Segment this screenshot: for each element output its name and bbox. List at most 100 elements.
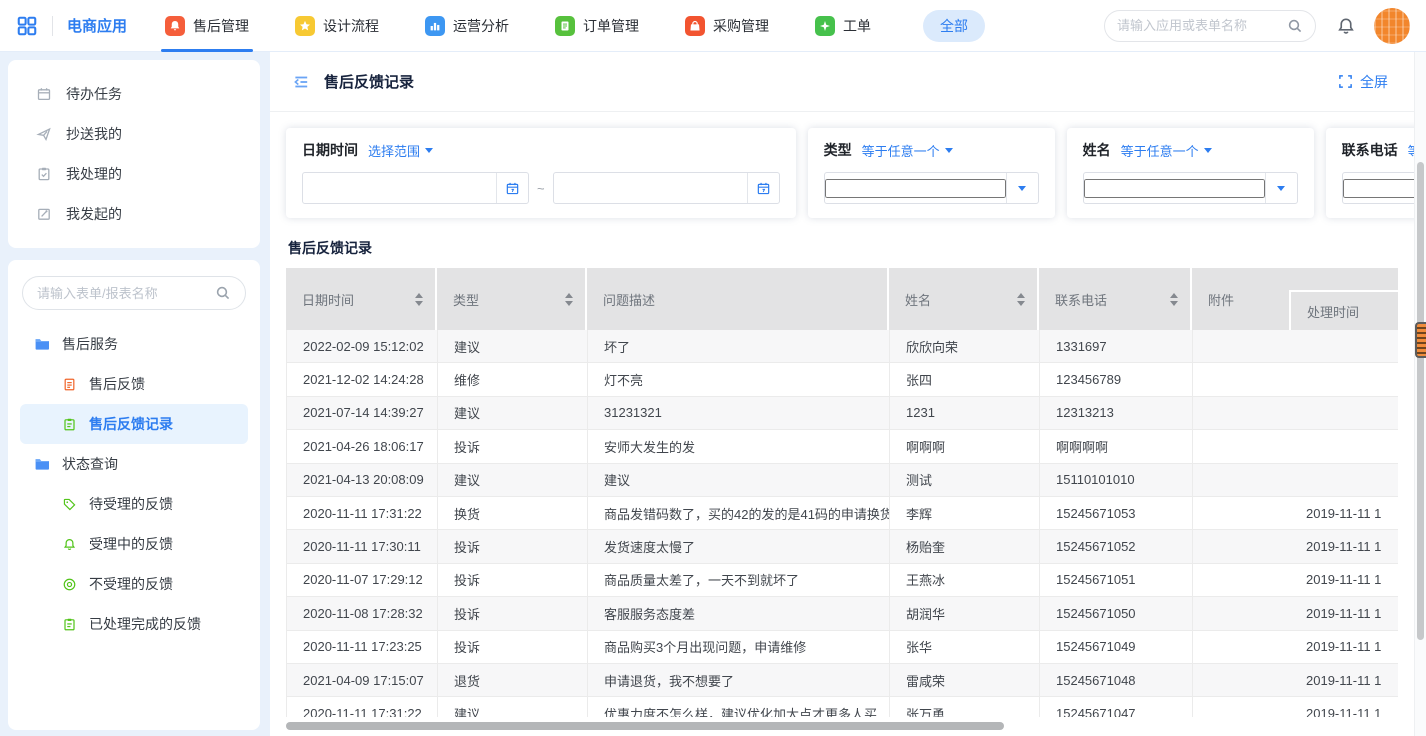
phone-select[interactable]: [1342, 172, 1414, 204]
app-brand[interactable]: 电商应用: [67, 15, 127, 36]
search-icon[interactable]: [1287, 18, 1303, 34]
table-row[interactable]: 2022-02-09 15:12:02 建议 坏了 欣欣向荣 1331697: [286, 330, 1398, 363]
cell-datetime: 2021-04-13 20:08:09: [287, 464, 438, 496]
folder-icon: [34, 456, 50, 472]
sort-icon[interactable]: [1170, 289, 1178, 310]
tree-item-aftersale-feedback[interactable]: 售后反馈: [20, 364, 248, 404]
vertical-scrollbar[interactable]: [1414, 52, 1426, 736]
tree-item-completed-feedback[interactable]: 已处理完成的反馈: [20, 604, 248, 644]
form-search-input[interactable]: [37, 286, 209, 301]
filter-operator-dropdown[interactable]: 选择范围: [368, 141, 433, 160]
sidebar-item-todo-tasks[interactable]: 待办任务: [8, 74, 260, 114]
cell-type: 投诉: [438, 430, 588, 462]
cell-description: 31231321: [588, 397, 890, 429]
table-row[interactable]: 2020-11-07 17:29:12 投诉 商品质量太差了，一天不到就坏了 王…: [286, 564, 1398, 597]
cell-process-time: 2019-11-11 1: [1290, 564, 1398, 596]
table-row[interactable]: 2021-04-26 18:06:17 投诉 安师大发生的发 啊啊啊 啊啊啊啊: [286, 430, 1398, 463]
column-header-name[interactable]: 姓名: [889, 268, 1039, 330]
column-header-datetime[interactable]: 日期时间: [286, 268, 437, 330]
cell-type: 建议: [438, 397, 588, 429]
cell-process-time: 2019-11-11 1: [1290, 631, 1398, 663]
chevron-down-icon: [945, 148, 953, 157]
table-row[interactable]: 2020-11-08 17:28:32 投诉 客服服务态度差 胡润华 15245…: [286, 597, 1398, 630]
cell-name: 胡润华: [890, 597, 1040, 629]
all-apps-badge[interactable]: 全部: [923, 10, 985, 42]
name-select-field[interactable]: [1084, 179, 1265, 198]
cell-description: 建议: [588, 464, 890, 496]
chevron-down-icon: [1204, 148, 1212, 157]
phone-select-field[interactable]: [1343, 179, 1414, 198]
type-select-field[interactable]: [825, 179, 1006, 198]
design-star-icon: [295, 16, 315, 36]
side-grip-widget[interactable]: [1415, 322, 1426, 358]
vertical-scrollbar-thumb[interactable]: [1417, 162, 1424, 640]
records-section: 售后反馈记录 日期时间 类型 问题描述 姓名: [270, 224, 1414, 736]
table-row[interactable]: 2021-07-14 14:39:27 建议 31231321 1231 123…: [286, 397, 1398, 430]
nav-tab-analytics[interactable]: 运营分析: [425, 0, 509, 52]
nav-tab-label: 工单: [843, 16, 871, 36]
date-end-field[interactable]: [554, 173, 747, 203]
order-list-icon: [555, 16, 575, 36]
calendar-picker-icon[interactable]: [496, 173, 528, 203]
calendar-icon: [36, 86, 52, 102]
tree-folder-aftersale-service[interactable]: 售后服务: [20, 324, 248, 364]
apps-grid-icon[interactable]: [16, 15, 38, 37]
sidebar-item-label: 抄送我的: [66, 124, 122, 144]
sidebar-item-label: 待办任务: [66, 84, 122, 104]
filter-operator-dropdown[interactable]: 等于任意一个: [1121, 141, 1212, 160]
horizontal-scrollbar[interactable]: [286, 722, 1374, 730]
nav-tab-purchase[interactable]: 采购管理: [685, 0, 769, 52]
select-caret-icon[interactable]: [1265, 173, 1297, 203]
nav-tab-order[interactable]: 订单管理: [555, 0, 639, 52]
cell-process-time: [1290, 363, 1398, 395]
cell-phone: 1331697: [1040, 330, 1193, 362]
collapse-sidebar-icon[interactable]: [292, 73, 310, 91]
forms-tree-card: 售后服务 售后反馈 售后反馈记录 状态查询: [8, 260, 260, 730]
form-search[interactable]: [22, 276, 246, 310]
table-row[interactable]: 2020-11-11 17:31:22 建议 优惠力度不怎么样，建议优化加大点才…: [286, 697, 1398, 717]
date-end-input[interactable]: [553, 172, 780, 204]
sidebar-item-cc-me[interactable]: 抄送我的: [8, 114, 260, 154]
sort-icon[interactable]: [565, 289, 573, 310]
table-row[interactable]: 2020-11-11 17:31:22 换货 商品发错码数了，买的42的发的是4…: [286, 497, 1398, 530]
sidebar-item-handled-by-me[interactable]: 我处理的: [8, 154, 260, 194]
table-row[interactable]: 2020-11-11 17:30:11 投诉 发货速度太慢了 杨贻奎 15245…: [286, 530, 1398, 563]
nav-divider: [52, 16, 53, 36]
table-row[interactable]: 2021-04-09 17:15:07 退货 申请退货，我不想要了 雷咸荣 15…: [286, 664, 1398, 697]
cell-type: 投诉: [438, 597, 588, 629]
global-search[interactable]: [1104, 10, 1316, 42]
table-row[interactable]: 2020-11-11 17:23:25 投诉 商品购买3个月出现问题，申请维修 …: [286, 631, 1398, 664]
circled-dot-icon: [62, 577, 77, 592]
notifications-bell-icon[interactable]: [1336, 16, 1356, 36]
nav-tab-aftersale[interactable]: 售后管理: [165, 0, 249, 52]
horizontal-scrollbar-thumb[interactable]: [286, 722, 1004, 730]
cell-phone: 15245671050: [1040, 597, 1193, 629]
type-select[interactable]: [824, 172, 1039, 204]
table-row[interactable]: 2021-12-02 14:24:28 维修 灯不亮 张四 123456789: [286, 363, 1398, 396]
calendar-picker-icon[interactable]: [747, 173, 779, 203]
sidebar-item-started-by-me[interactable]: 我发起的: [8, 194, 260, 234]
tree-item-aftersale-feedback-records[interactable]: 售后反馈记录: [20, 404, 248, 444]
fullscreen-button[interactable]: 全屏: [1338, 72, 1388, 92]
main-panel: 售后反馈记录 全屏 日期时间 选择范围: [270, 52, 1414, 736]
name-select[interactable]: [1083, 172, 1298, 204]
select-caret-icon[interactable]: [1006, 173, 1038, 203]
tree-folder-status-query[interactable]: 状态查询: [20, 444, 248, 484]
cell-type: 建议: [438, 330, 588, 362]
column-header-phone[interactable]: 联系电话: [1039, 268, 1192, 330]
date-start-field[interactable]: [303, 173, 496, 203]
user-avatar[interactable]: [1374, 8, 1410, 44]
tree-item-pending-feedback[interactable]: 待受理的反馈: [20, 484, 248, 524]
sort-icon[interactable]: [415, 289, 423, 310]
search-icon[interactable]: [215, 285, 231, 301]
nav-tab-design[interactable]: 设计流程: [295, 0, 379, 52]
table-row[interactable]: 2021-04-13 20:08:09 建议 建议 测试 15110101010: [286, 464, 1398, 497]
sort-icon[interactable]: [1017, 289, 1025, 310]
date-start-input[interactable]: [302, 172, 529, 204]
column-header-type[interactable]: 类型: [437, 268, 587, 330]
tree-item-rejected-feedback[interactable]: 不受理的反馈: [20, 564, 248, 604]
tree-item-in-progress-feedback[interactable]: 受理中的反馈: [20, 524, 248, 564]
filter-operator-dropdown[interactable]: 等于任意一个: [862, 141, 953, 160]
global-search-input[interactable]: [1117, 18, 1281, 33]
nav-tab-ticket[interactable]: 工单: [815, 0, 871, 52]
